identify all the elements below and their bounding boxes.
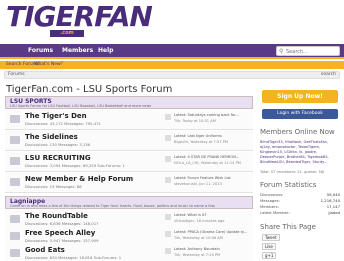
latest-post-title[interactable]: Latest: Forum Feature Wish List <box>174 176 231 180</box>
latest-post-title[interactable]: Latest: PPACA (Obama Care) Update ty... <box>174 230 247 234</box>
forum-title[interactable]: New Member & Help Forum <box>25 175 133 183</box>
latest-post-meta: Virtualtiger, 18 minutes ago <box>174 219 225 223</box>
google-plus-button[interactable]: g+1 <box>262 252 277 259</box>
avatar[interactable] <box>165 214 171 220</box>
avatar[interactable] <box>165 156 171 162</box>
stat-row-latest-member: Latest Member: jjaded <box>260 210 340 216</box>
site-logo[interactable]: TIGERFAN <box>6 0 153 33</box>
stat-label: Members: <box>260 204 279 209</box>
latest-post-title[interactable]: Latest: Last tiger Uniforms <box>174 134 222 138</box>
breadcrumb-right[interactable]: search <box>321 72 336 77</box>
forum-title[interactable]: The Tiger's Den <box>25 112 87 120</box>
section-lagniappe[interactable]: Lagniappe Come on in and relax a few of … <box>5 196 253 209</box>
nav-members[interactable]: Members <box>62 47 93 54</box>
search-box[interactable]: ⚲ <box>276 46 340 56</box>
forum-row[interactable]: The Sidelines Discussions: 130 Messages:… <box>5 131 253 151</box>
forum-row[interactable]: New Member & Help Forum Discussions: 19 … <box>5 173 253 193</box>
facebook-like-button[interactable]: Like <box>262 243 276 250</box>
forum-title[interactable]: Good Eats <box>25 246 65 254</box>
page-title: TigerFan.com - LSU Sports Forum <box>6 84 173 95</box>
latest-post-meta: Tiik, Yesterday at 7:20 PM <box>174 253 221 257</box>
stat-label: Messages: <box>260 198 280 203</box>
forum-title[interactable]: The Sidelines <box>25 133 78 141</box>
latest-post-meta: stevekuruski, Jun 11, 2013 <box>174 182 222 186</box>
stat-value: 17,147 <box>326 204 340 209</box>
stat-label: Latest Member: <box>260 210 290 215</box>
search-input[interactable] <box>286 48 338 55</box>
forum-icon <box>10 215 20 223</box>
forum-stats: Discussions: 19 Messages: 88 <box>25 184 82 189</box>
section-lsu-sports[interactable]: LSU SPORTS LSU Sports Forum for LSU Foot… <box>5 96 253 109</box>
avatar[interactable] <box>165 231 171 237</box>
forum-title[interactable]: Free Speech Alley <box>25 229 95 237</box>
forum-stats: Discussions: 43,172 Messages: 795,471 <box>25 121 101 126</box>
subnav-whats-new[interactable]: What's New? <box>34 62 63 67</box>
forum-stats: Discussions: 3,947 Messages: 157,909 <box>25 238 99 243</box>
stat-label: Discussions: <box>260 192 284 197</box>
forum-row[interactable]: The Tiger's Den Discussions: 43,172 Mess… <box>5 110 253 130</box>
forum-icon <box>10 157 20 165</box>
forum-stats: Discussions: 130 Messages: 3,136 <box>25 142 91 147</box>
share-heading: Share This Page <box>260 223 316 231</box>
members-online-heading: Members Online Now <box>260 128 335 136</box>
search-icon: ⚲ <box>279 48 284 55</box>
latest-post: Latest: Forum Feature Wish List stevekur… <box>165 176 251 190</box>
forum-icon <box>10 232 20 240</box>
nav-forums[interactable]: Forums <box>28 47 53 54</box>
forum-title[interactable]: The RoundTable <box>25 212 88 220</box>
forum-stats: Discussions: 3,094 Messages: 69,259 Sub-… <box>25 163 125 168</box>
breadcrumb: Forums search <box>4 71 340 79</box>
signup-button[interactable]: Sign Up Now! <box>262 90 338 103</box>
logo-subtext: .com <box>50 30 84 37</box>
logo-text: TIGERFAN <box>6 0 153 33</box>
avatar[interactable] <box>165 114 171 120</box>
forum-stats: Discussions: 6,836 Messages: 148,017 <box>25 221 99 226</box>
online-members-list[interactable]: BlindTiger33, HiroNash, GeeThatsFan, aj2… <box>260 140 340 165</box>
breadcrumb-forums[interactable]: Forums <box>8 72 25 77</box>
latest-post-meta: Tiik, Yesterday at 10:06 AM <box>174 236 223 240</box>
stat-value: 59,040 <box>326 192 340 197</box>
tweet-button[interactable]: Tweet <box>262 234 280 241</box>
latest-post-title[interactable]: Latest: What is it? <box>174 213 206 217</box>
latest-post: Latest: 4 STAR DE FRANK HERRON... NOLA_L… <box>165 155 251 169</box>
latest-post-title[interactable]: Latest: 4 STAR DE FRANK HERRON... <box>174 155 239 159</box>
forum-stats: Discussions: 834 Messages: 16,618 Sub-Fo… <box>25 255 122 260</box>
latest-post: Latest: Saturdays coming back for... Tii… <box>165 113 251 127</box>
latest-post: Latest: Last tiger Uniforms Bigeuth, Yes… <box>165 134 251 148</box>
latest-post-meta: NOLA_LA_CHI, Yesterday at 11:14 PM <box>174 161 241 165</box>
section-description: LSU Sports Forum for LSU Football, LSU B… <box>10 104 152 108</box>
forum-icon <box>10 136 20 144</box>
forum-title[interactable]: LSU RECRUITING <box>25 154 91 162</box>
forum-icon <box>10 115 20 123</box>
forum-icon <box>10 178 20 186</box>
forum-icon <box>10 249 20 257</box>
forum-statistics-heading: Forum Statistics <box>260 181 317 189</box>
sidebar: Sign Up Now! Login with Facebook Members… <box>258 84 342 261</box>
latest-post-title[interactable]: Latest: Anthony Bourdain <box>174 247 220 251</box>
online-total: Total: 57 (members: 21, guests: 36) <box>260 170 325 174</box>
latest-post-meta: Bigeuth, Yesterday at 7:57 PM <box>174 140 229 144</box>
sub-navbar: Search Forums What's New? <box>0 61 344 69</box>
avatar[interactable] <box>165 135 171 141</box>
latest-post: Latest: Anthony Bourdain Tiik, Yesterday… <box>165 247 251 261</box>
avatar[interactable] <box>165 248 171 254</box>
forum-row[interactable]: Good Eats Discussions: 834 Messages: 16,… <box>5 244 253 261</box>
latest-post-meta: Tiik, Today at 10:51 AM <box>174 119 216 123</box>
stat-value[interactable]: jjaded <box>328 210 340 215</box>
latest-post-title[interactable]: Latest: Saturdays coming back for... <box>174 113 239 117</box>
forum-row[interactable]: LSU RECRUITING Discussions: 3,094 Messag… <box>5 152 253 172</box>
stat-value: 1,216,740 <box>320 198 340 203</box>
latest-post: Latest: What is it? Virtualtiger, 18 min… <box>165 213 251 227</box>
main-navbar: Forums Members Help ⚲ <box>0 44 344 59</box>
avatar[interactable] <box>165 177 171 183</box>
latest-post: Latest: PPACA (Obama Care) Update ty... … <box>165 230 251 244</box>
facebook-login-button[interactable]: Login with Facebook <box>262 109 338 119</box>
section-description: Come on in and relax a few of the things… <box>10 204 216 208</box>
site-header: TIGERFAN .com <box>0 0 344 44</box>
nav-help[interactable]: Help <box>98 47 113 54</box>
